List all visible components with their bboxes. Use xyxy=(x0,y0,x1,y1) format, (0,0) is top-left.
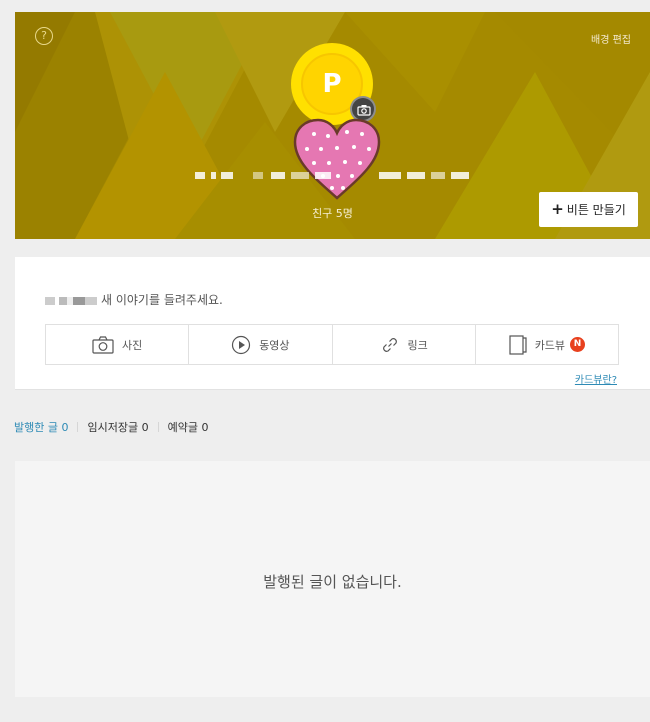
help-icon[interactable]: ? xyxy=(35,27,53,45)
camera-icon xyxy=(357,105,371,116)
divider xyxy=(157,422,159,432)
edit-background-button[interactable]: 배경 편집 xyxy=(591,31,631,46)
new-badge: N xyxy=(570,337,586,352)
play-icon xyxy=(232,335,251,354)
post-composer: 새 이야기를 들려주세요. 사진 동영상 링크 카드뷰 N 카드뷰란? xyxy=(15,257,650,390)
link-button[interactable]: 링크 xyxy=(333,325,476,364)
cardview-icon xyxy=(509,334,527,355)
link-icon xyxy=(382,337,397,352)
tab-published[interactable]: 발행한 글 0 xyxy=(14,419,68,435)
camera-icon xyxy=(92,335,114,354)
empty-message: 발행된 글이 없습니다. xyxy=(263,573,402,591)
cardview-help-link[interactable]: 카드뷰란? xyxy=(575,371,617,386)
post-tabs: 발행한 글 0 임시저장글 0 예약글 0 xyxy=(14,419,208,435)
nickname-redacted xyxy=(193,167,478,185)
username-redacted xyxy=(45,296,97,305)
cover-area: ? 배경 편집 P 친구 5명 + 비튼 만들기 xyxy=(15,12,650,239)
profile-logo: P xyxy=(322,69,342,99)
heart-sticker xyxy=(293,118,381,200)
photo-button[interactable]: 사진 xyxy=(46,325,190,364)
plus-icon: + xyxy=(551,200,564,218)
make-button-button[interactable]: + 비튼 만들기 xyxy=(539,192,638,227)
tab-drafts[interactable]: 임시저장글 0 xyxy=(87,419,148,435)
video-button[interactable]: 동영상 xyxy=(189,325,333,364)
divider xyxy=(77,422,79,432)
tab-scheduled[interactable]: 예약글 0 xyxy=(168,419,209,435)
composer-toolbar: 사진 동영상 링크 카드뷰 N xyxy=(45,324,619,365)
post-list-empty: 발행된 글이 없습니다. xyxy=(15,461,650,697)
composer-prompt[interactable]: 새 이야기를 들려주세요. xyxy=(45,291,223,308)
cardview-button[interactable]: 카드뷰 N xyxy=(476,325,618,364)
